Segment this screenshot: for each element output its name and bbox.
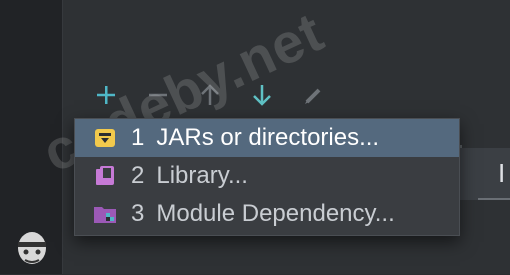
dependencies-toolbar [80, 80, 340, 110]
table-header: I [458, 148, 510, 200]
menu-item-jars-or-directories[interactable]: 1 JARs or directories... [75, 119, 459, 157]
add-dependency-popup: 1 JARs or directories... 2 Library... 3 … [74, 118, 460, 236]
add-button[interactable] [80, 80, 132, 110]
move-up-button[interactable] [184, 80, 236, 110]
arrow-down-icon [253, 85, 271, 106]
library-icon [93, 164, 117, 188]
menu-item-number: 2 [131, 162, 145, 189]
arrow-up-icon [201, 84, 219, 105]
plus-icon [97, 86, 115, 104]
menu-item-label: Module Dependency... [156, 200, 395, 227]
move-down-button[interactable] [236, 80, 288, 110]
menu-item-label: JARs or directories... [156, 124, 380, 151]
module-icon [93, 202, 117, 226]
jar-folder-icon [93, 126, 117, 150]
menu-item-library[interactable]: 2 Library... [75, 157, 459, 195]
table-header-label: I [498, 158, 506, 188]
menu-item-label: Library... [156, 162, 248, 189]
avatar [14, 230, 50, 270]
header-underline [478, 198, 510, 200]
menu-item-number: 1 [131, 124, 145, 151]
edit-button[interactable] [288, 80, 340, 110]
minus-icon [149, 93, 167, 97]
pencil-icon [305, 88, 321, 104]
remove-button[interactable] [132, 80, 184, 110]
menu-item-module-dependency[interactable]: 3 Module Dependency... [75, 195, 459, 233]
menu-item-number: 3 [131, 200, 145, 227]
